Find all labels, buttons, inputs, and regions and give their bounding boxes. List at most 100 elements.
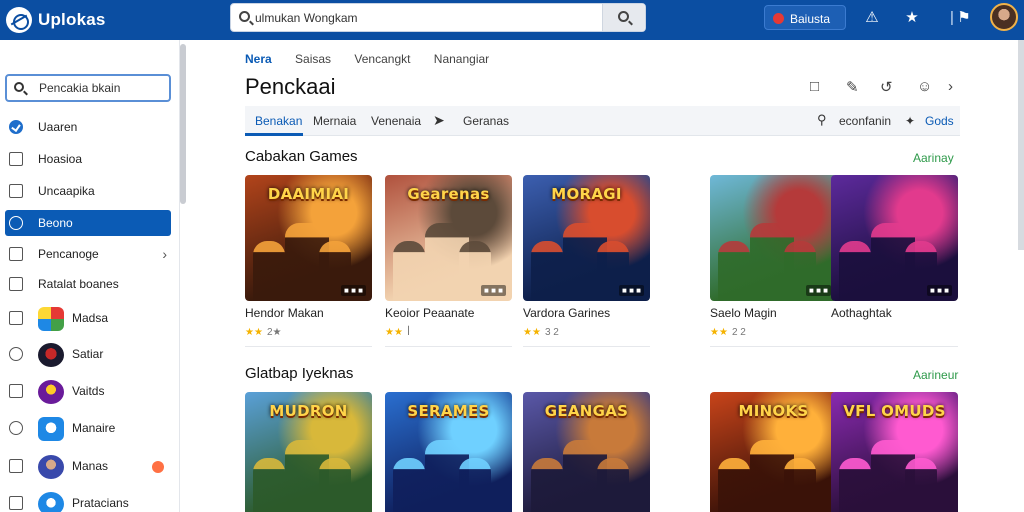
record-icon [773, 13, 784, 24]
game-cover-image[interactable]: ■ ■ ■ [710, 175, 837, 301]
sidebar-item-label: Manas [72, 459, 109, 473]
section-see-all-link[interactable]: Aarineur [913, 368, 958, 382]
app-thumbnail [38, 417, 64, 441]
game-logo-text: SERAMES [407, 402, 490, 420]
search-value: ulmukan Wongkam [255, 11, 358, 25]
sidebar-item-vaitds[interactable]: Vaitds [5, 378, 171, 404]
sidebar: Pencakia bkain Uaaren Hoasioa Uncaapika … [0, 40, 180, 512]
sidebar-item-manas[interactable]: Manas [5, 453, 171, 479]
search-input[interactable]: ulmukan Wongkam [230, 3, 646, 32]
game-cover-image[interactable]: MORAGI ■ ■ ■ [523, 175, 650, 301]
character-figure [839, 458, 871, 512]
chevron-right-icon[interactable]: › [948, 78, 953, 95]
sidebar-item-madsa[interactable]: Madsa [5, 305, 171, 331]
sidebar-item-ratalat-boanes[interactable]: Ratalat boanes [5, 271, 171, 297]
game-cover-image[interactable]: MUDRON [245, 392, 372, 512]
circle-icon [9, 216, 23, 230]
sort-button[interactable]: Gods [925, 114, 954, 128]
game-cover-image[interactable]: ■ ■ ■ [831, 175, 958, 301]
breadcrumb-item[interactable]: Nera [245, 52, 272, 66]
breadcrumb-item[interactable]: Nanangiar [434, 52, 489, 66]
game-title[interactable]: Hendor Makan [245, 306, 324, 320]
game-rating: ★★ 2 2 [710, 327, 746, 338]
pin-icon[interactable]: ✎ [846, 78, 859, 96]
game-title[interactable]: Saelo Magin [710, 306, 777, 320]
game-cover-image[interactable]: DAAIMIAI ■ ■ ■ [245, 175, 372, 301]
main-content: Nera Saisas Vencangkt Nanangiar Penckaai… [190, 40, 1024, 512]
sidebar-item-label: Vaitds [72, 384, 105, 398]
sidebar-item-label: Hoasioa [38, 152, 83, 166]
avatar[interactable] [990, 3, 1018, 31]
character-figure [531, 458, 563, 512]
app-logo-icon[interactable] [6, 7, 32, 33]
home-icon [9, 384, 23, 398]
search-icon[interactable]: ⚲ [817, 112, 827, 128]
breadcrumb-item[interactable]: Saisas [295, 52, 331, 66]
rating-stars-icon: ★★ [710, 327, 728, 338]
sidebar-item-label: Madsa [72, 311, 109, 325]
breadcrumb: Nera Saisas Vencangkt Nanangiar [245, 52, 509, 66]
chevron-right-icon: › [162, 246, 167, 262]
character-figure [393, 458, 425, 512]
sidebar-scrollbar[interactable] [180, 44, 186, 204]
breadcrumb-item[interactable]: Vencangkt [354, 52, 410, 66]
tab-mernaia[interactable]: Mernaia [313, 114, 356, 128]
sidebar-item-uaaren[interactable]: Uaaren [5, 114, 171, 140]
sidebar-search[interactable]: Pencakia bkain [5, 74, 171, 102]
tab-venenaia[interactable]: Venenaia [371, 114, 421, 128]
sidebar-item-label: Satiar [72, 347, 104, 361]
app-thumbnail [38, 380, 64, 404]
card-divider [523, 346, 650, 347]
bell-icon[interactable]: ⚠ [864, 10, 880, 26]
game-icon[interactable]: ☺ [917, 78, 932, 95]
filter-button[interactable]: econfanin [839, 114, 891, 128]
shield-icon[interactable]: ★ [904, 10, 920, 26]
share-icon[interactable]: ↺ [880, 78, 893, 96]
account-pill-button[interactable]: Baiusta [764, 5, 846, 30]
search-button[interactable] [602, 4, 645, 31]
sidebar-item-pencanoge[interactable]: Pencanoge › [5, 241, 171, 267]
game-cover-image[interactable]: GEANGAS [523, 392, 650, 512]
game-cover-image[interactable]: SERAMES [385, 392, 512, 512]
section-title: Glatbap Iyeknas [245, 365, 354, 382]
bookmark-icon[interactable]: □ [810, 78, 819, 95]
doc-icon [9, 277, 23, 291]
card-divider [385, 346, 512, 347]
sidebar-item-label: Uncaapika [38, 184, 95, 198]
rating-stars-icon: ★★ [523, 327, 541, 338]
sidebar-item-uncaapika[interactable]: Uncaapika [5, 178, 171, 204]
sidebar-item-hoasioa[interactable]: Hoasioa [5, 146, 171, 172]
game-cover-image[interactable]: Gearenas ■ ■ ■ [385, 175, 512, 301]
character-figure [253, 241, 285, 301]
section-see-all-link[interactable]: Aarinay [913, 151, 954, 165]
sidebar-item-label: Beono [38, 216, 73, 230]
game-logo-text: DAAIMIAI [267, 185, 350, 203]
game-title[interactable]: Keoior Peaanate [385, 306, 474, 320]
tab-benakan[interactable]: Benakan [255, 114, 302, 128]
flag-icon[interactable]: ⚑ [956, 10, 972, 26]
character-figure [253, 458, 285, 512]
sidebar-item-satiar[interactable]: Satiar [5, 341, 171, 367]
sidebar-item-manaire[interactable]: Manaire [5, 415, 171, 441]
game-rating [831, 327, 835, 338]
game-title[interactable]: Aothaghtak [831, 306, 892, 320]
pill-label: Baiusta [790, 12, 831, 26]
home-icon [9, 311, 23, 325]
star-icon: ✦ [905, 114, 916, 128]
game-title[interactable]: Vardora Garines [523, 306, 610, 320]
sidebar-item-pratacians[interactable]: Pratacians [5, 490, 171, 512]
game-cover-image[interactable]: MINOKS [710, 392, 837, 512]
page-title: Penckaai [245, 74, 336, 99]
pin-tab-icon[interactable]: ➤ [433, 112, 445, 129]
main-scrollbar[interactable] [1018, 40, 1024, 250]
tab-geranas[interactable]: Geranas [463, 114, 509, 128]
rating-value: 3 2 [544, 327, 559, 338]
tabs-bar: Benakan Mernaia Venenaia ➤ Geranas ⚲ eco… [245, 106, 960, 136]
sidebar-item-label: Manaire [72, 421, 116, 435]
circle-icon [9, 347, 23, 361]
character-figure [905, 458, 937, 512]
game-cover-image[interactable]: VFL OMUDS [831, 392, 958, 512]
rating-value: 2 2 [731, 327, 746, 338]
sidebar-item-beono[interactable]: Beono [5, 210, 171, 236]
sidebar-item-label: Ratalat boanes [38, 277, 119, 291]
